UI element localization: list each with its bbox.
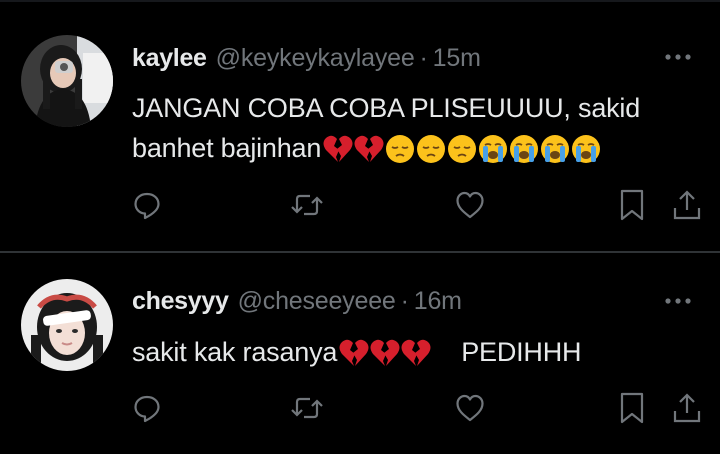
tweet-actions: [130, 391, 704, 425]
emoji-row: [323, 134, 601, 164]
tweet-text: JANGAN COBA COBA PLISEUUUU, sakid banhet…: [132, 88, 702, 168]
tweet-text: sakit kak rasanya PEDIHHH: [132, 332, 702, 372]
display-name[interactable]: kaylee: [132, 44, 207, 73]
broken-heart-emoji: [354, 135, 384, 162]
tweet-text-line: sakit kak rasanya PEDIHHH: [132, 332, 702, 372]
pensive-face-emoji: [417, 135, 446, 163]
tweet-text-line: JANGAN COBA COBA PLISEUUUU, sakid: [132, 93, 641, 123]
more-options-icon[interactable]: [663, 50, 693, 64]
tweet-header: chesyyy @cheseeyeee · 16m: [132, 287, 462, 317]
share-icon[interactable]: [670, 391, 704, 425]
loudly-crying-face-emoji: [510, 135, 539, 163]
share-icon[interactable]: [670, 188, 704, 222]
loudly-crying-face-emoji: [479, 135, 508, 163]
display-name[interactable]: chesyyy: [132, 287, 229, 316]
broken-heart-emoji: [401, 339, 431, 366]
reply-icon[interactable]: [130, 188, 164, 222]
like-icon[interactable]: [453, 391, 487, 425]
reply-icon[interactable]: [130, 391, 164, 425]
tweet-text-fragment: PEDIHHH: [461, 337, 582, 367]
tweet-text-line: banhet bajinhan: [132, 128, 702, 168]
tweet-kaylee[interactable]: kaylee @keykeykaylayee · 15m JANGAN COBA…: [0, 0, 720, 252]
broken-heart-emoji: [370, 339, 400, 366]
more-options-icon[interactable]: [663, 294, 693, 308]
tweet-text-fragment: banhet bajinhan: [132, 133, 322, 163]
avatar[interactable]: [21, 35, 113, 127]
tweet-text-fragment: sakit kak rasanya: [132, 337, 338, 367]
retweet-icon[interactable]: [290, 188, 324, 222]
user-handle[interactable]: @cheseeyeee: [238, 287, 396, 316]
pensive-face-emoji: [386, 135, 415, 163]
retweet-icon[interactable]: [290, 391, 324, 425]
pensive-face-emoji: [448, 135, 477, 163]
tweet-chesyyy[interactable]: chesyyy @cheseeyeee · 16m sakit kak rasa…: [0, 253, 720, 454]
bookmark-icon[interactable]: [615, 188, 649, 222]
separator-dot: ·: [419, 44, 428, 72]
loudly-crying-face-emoji: [541, 135, 570, 163]
timestamp[interactable]: 16m: [414, 287, 462, 316]
user-handle[interactable]: @keykeykaylayee: [216, 44, 415, 73]
separator-dot: ·: [400, 287, 409, 315]
broken-heart-emoji: [323, 135, 353, 162]
timestamp[interactable]: 15m: [433, 44, 481, 73]
loudly-crying-face-emoji: [572, 135, 601, 163]
like-icon[interactable]: [453, 188, 487, 222]
tweet-header: kaylee @keykeykaylayee · 15m: [132, 44, 481, 74]
tweet-actions: [130, 188, 704, 222]
bookmark-icon[interactable]: [615, 391, 649, 425]
emoji-row: [339, 339, 431, 367]
broken-heart-emoji: [339, 339, 369, 366]
avatar[interactable]: [21, 279, 113, 371]
